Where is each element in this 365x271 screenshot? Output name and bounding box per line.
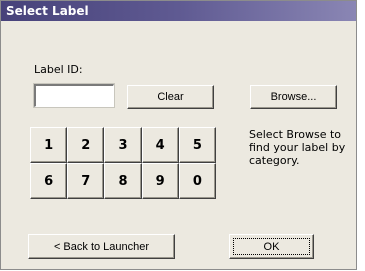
key-4[interactable]: 4 [141,127,179,163]
clear-button[interactable]: Clear [127,85,214,109]
label-id-input[interactable] [33,83,115,108]
window-title: Select Label [1,1,356,21]
key-8[interactable]: 8 [104,163,142,199]
numeric-keypad: 1 2 3 4 5 6 7 8 9 0 [30,127,216,199]
label-id-label: Label ID: [34,63,83,76]
key-1[interactable]: 1 [30,127,68,163]
key-9[interactable]: 9 [141,163,179,199]
ok-button[interactable]: OK [229,234,314,259]
key-5[interactable]: 5 [178,127,216,163]
key-0[interactable]: 0 [178,163,216,199]
key-7[interactable]: 7 [67,163,105,199]
select-label-window: Select Label Label ID: Clear Browse... 1… [0,0,357,270]
key-2[interactable]: 2 [67,127,105,163]
back-to-launcher-button[interactable]: < Back to Launcher [28,234,175,259]
browse-button[interactable]: Browse... [250,85,337,109]
key-3[interactable]: 3 [104,127,142,163]
browse-hint-text: Select Browse to find your label by cate… [249,128,346,167]
key-6[interactable]: 6 [30,163,68,199]
